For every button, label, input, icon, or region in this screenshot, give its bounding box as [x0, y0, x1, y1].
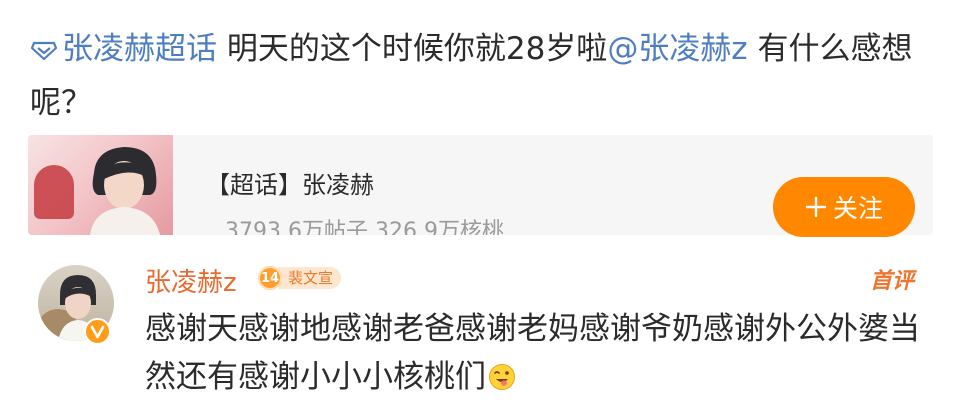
card-title: 【超话】张凌赫 [206, 171, 374, 199]
follow-button[interactable]: 关注 [773, 177, 915, 237]
comment-text: 感谢天感谢地感谢老爸感谢老妈感谢爷奶感谢外公外婆当然还有感谢小小小核桃们 [145, 305, 935, 401]
thumbnail-portrait [90, 147, 160, 235]
super-topic-icon [30, 41, 58, 61]
level-title: 裴文宣 [278, 267, 342, 289]
follow-label[interactable]: 关注 [833, 189, 883, 225]
topic-thumbnail [28, 135, 173, 235]
card-stats: 3793.6万帖子 326.9万核桃 [225, 219, 504, 235]
tongue-wink-emoji-icon [489, 364, 515, 390]
topic-link[interactable]: 张凌赫超话 [30, 31, 217, 67]
post-body-text: 明天的这个时候你就28岁啦 [217, 31, 608, 67]
first-comment-tag: 首评 [870, 269, 915, 294]
post-text: 张凌赫超话 明天的这个时候你就28岁啦@张凌赫z 有什么感想呢？ [30, 22, 935, 130]
thumbnail-decoration [34, 165, 74, 219]
comment-body: 感谢天感谢地感谢老爸感谢老妈感谢爷奶感谢外公外婆当然还有感谢小小小核桃们 [145, 311, 920, 395]
level-number: 14 [258, 266, 282, 290]
commenter-name[interactable]: 张凌赫z [145, 262, 237, 299]
plus-icon [805, 196, 827, 218]
fan-level-badge: 14 裴文宣 [258, 266, 342, 290]
topic-name[interactable]: 张凌赫超话 [62, 31, 217, 67]
mention-link[interactable]: @张凌赫z [607, 31, 747, 67]
verified-badge-icon [84, 318, 111, 345]
